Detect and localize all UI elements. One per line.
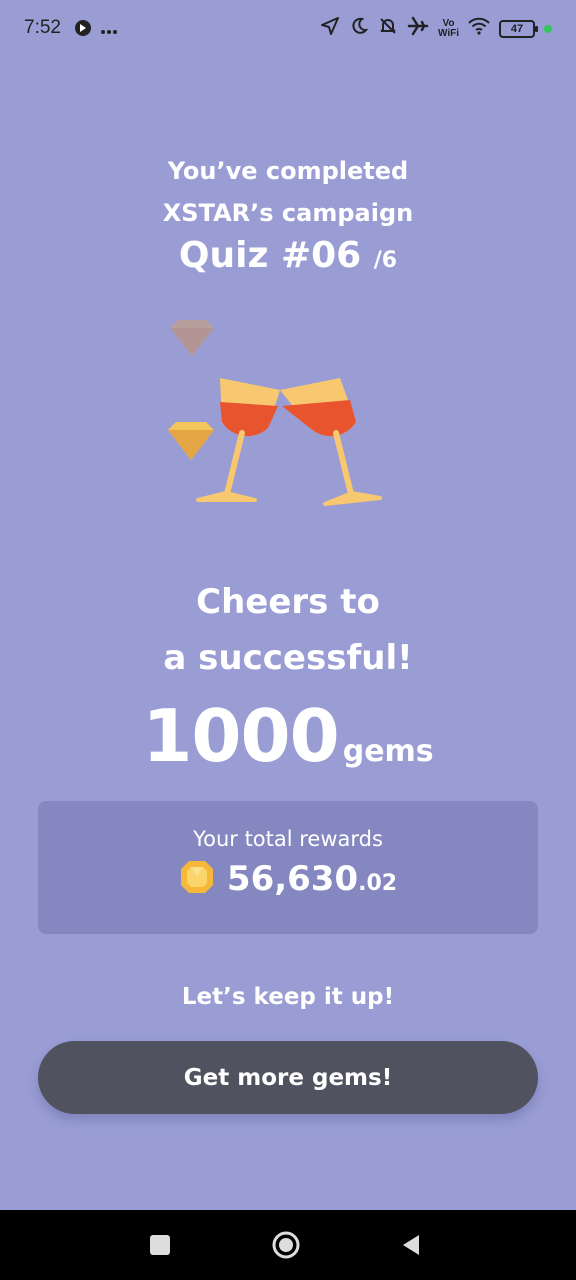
more-icon	[100, 22, 118, 40]
moon-icon	[349, 16, 369, 41]
home-nav-icon[interactable]	[271, 1230, 301, 1260]
cheers-line-1: Cheers to	[196, 582, 380, 622]
status-right-icons: Vo WiFi 47	[320, 16, 552, 41]
privacy-indicator-dot	[544, 24, 552, 33]
cheers-message: Cheers to a successful!	[0, 574, 576, 686]
total-rewards-decimal: .02	[358, 871, 398, 896]
total-rewards-value: 56,630.02	[38, 859, 538, 899]
gems-earned: 1000 gems	[0, 694, 576, 778]
location-icon	[320, 16, 340, 41]
campaign-text: XSTAR’s campaign	[162, 199, 414, 227]
system-navigation-bar	[0, 1210, 576, 1280]
battery-icon: 47	[499, 19, 538, 38]
gem-icon	[179, 859, 215, 899]
total-rewards-amount: 56,630	[226, 859, 359, 899]
gems-amount: 1000	[142, 694, 339, 778]
gems-unit: gems	[342, 734, 434, 769]
quiz-total: /6	[373, 248, 398, 273]
total-rewards-card: Your total rewards 56,630.02	[38, 801, 538, 934]
cheers-illustration	[160, 310, 400, 530]
cheers-line-2: a successful!	[163, 638, 413, 678]
gem-icon-faded	[170, 320, 214, 356]
airplane-icon	[407, 16, 429, 41]
total-rewards-label: Your total rewards	[193, 827, 383, 851]
completion-header: You’ve completed XSTAR’s campaign Quiz #…	[0, 150, 576, 283]
vowifi-indicator: Vo WiFi	[437, 17, 459, 39]
square-nav-icon[interactable]	[145, 1230, 175, 1260]
get-more-gems-button[interactable]: Get more gems!	[38, 1041, 538, 1114]
app-notification-icon	[74, 19, 92, 42]
back-nav-icon[interactable]	[396, 1230, 426, 1260]
status-time: 7:52	[24, 17, 61, 38]
bell-off-icon	[378, 16, 398, 41]
left-wine-glass	[196, 378, 280, 502]
completed-text: You’ve completed	[167, 157, 409, 185]
encouragement-text: Let’s keep it up!	[181, 984, 395, 1010]
quiz-title: Quiz #06 /6	[0, 234, 576, 283]
quiz-label: Quiz #06	[178, 235, 362, 276]
status-bar: 7:52 Vo WiFi 47	[0, 0, 576, 60]
right-wine-glass	[280, 378, 382, 506]
status-left-icons	[74, 19, 118, 42]
gem-icon	[168, 422, 214, 460]
wifi-icon	[468, 17, 490, 40]
